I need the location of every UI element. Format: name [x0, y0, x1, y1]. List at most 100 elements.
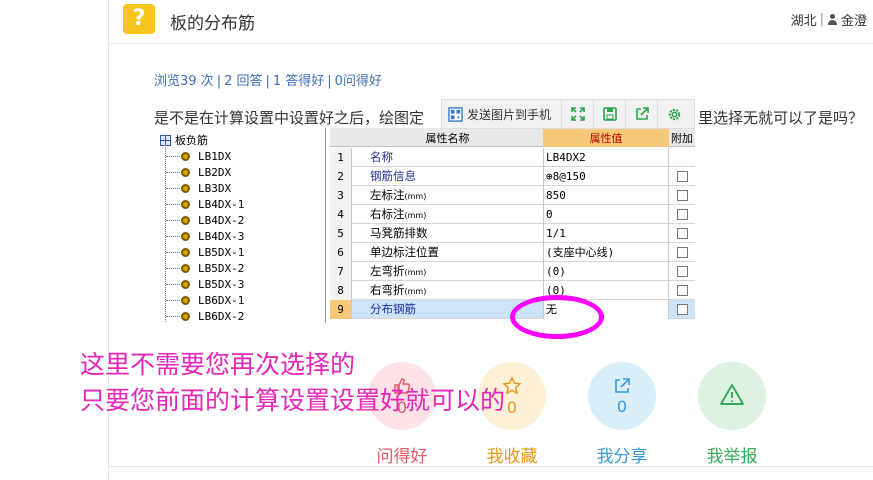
- table-row[interactable]: 7 左弯折(mm) (0): [330, 262, 695, 281]
- component-icon: [181, 167, 190, 177]
- question-page: ? 板的分布筋 湖北 | 金澄 浏览39 次 | 2 回答 | 1 答得好 | 0问得好 是…: [0, 0, 873, 480]
- tree-item[interactable]: LB6DX-1: [166, 292, 244, 308]
- settings-button[interactable]: [658, 100, 690, 128]
- table-row[interactable]: 6 单边标注位置 (支座中心线): [330, 243, 695, 262]
- share-count: 0: [616, 396, 628, 416]
- share-label: 我分享: [596, 447, 648, 467]
- warning-icon: [720, 384, 744, 405]
- add-checkbox[interactable]: [677, 228, 688, 239]
- component-icon: [181, 199, 190, 209]
- footer-divider: [109, 466, 873, 467]
- save-button[interactable]: [594, 100, 627, 128]
- property-name-text: 名称: [370, 150, 393, 164]
- property-name: 左标注(mm): [370, 186, 426, 206]
- question-mark-icon: ?: [123, 4, 155, 34]
- annotation-line2: 只要您前面的计算设置设置好就可以的: [80, 386, 506, 415]
- property-value[interactable]: (支座中心线): [543, 243, 669, 262]
- tree-item[interactable]: LB3DX: [166, 180, 231, 196]
- report-circle[interactable]: [698, 362, 766, 430]
- fullscreen-button[interactable]: [562, 100, 595, 128]
- property-value[interactable]: ⊕8@150: [543, 167, 669, 186]
- question-stats: 浏览39 次 | 2 回答 | 1 答得好 | 0问得好: [154, 74, 382, 89]
- component-icon: [181, 151, 190, 161]
- property-name: 马凳筋排数: [370, 224, 428, 243]
- share-circle[interactable]: 0: [588, 362, 656, 430]
- component-icon: [181, 183, 190, 193]
- report-action[interactable]: 我举报: [687, 362, 777, 467]
- component-tree: 板负筋 LB1DX LB2DX LB3DX LB4DX-1 LB4DX-2 LB4DX-3…: [154, 128, 326, 323]
- highlight-ellipse: [510, 295, 604, 339]
- send-to-phone-label: 发送图片到手机: [467, 107, 552, 122]
- region-label: 湖北: [790, 14, 817, 29]
- table-row[interactable]: 8 右弯折(mm) (0): [330, 281, 695, 300]
- table-row[interactable]: 2 钢筋信息 ⊕8@150: [330, 167, 695, 186]
- image-toolbar: 发送图片到手机: [441, 99, 695, 129]
- header-name: 属性名称: [425, 132, 470, 145]
- tree-item[interactable]: LB4DX-2: [166, 212, 244, 228]
- table-row[interactable]: 1 名称 LB4DX2: [330, 148, 695, 167]
- share-image-button[interactable]: [626, 100, 659, 128]
- tree-item[interactable]: LB5DX-2: [166, 260, 244, 276]
- property-name-text: 单边标注位置: [370, 245, 439, 259]
- add-checkbox[interactable]: [677, 266, 688, 277]
- component-icon: [181, 247, 190, 257]
- user-icon: [827, 14, 838, 25]
- tree-item-label: LB5DX-2: [198, 261, 245, 275]
- tree-item[interactable]: LB4DX-1: [166, 196, 244, 212]
- component-icon: [181, 263, 190, 273]
- tree-item[interactable]: LB4DX-3: [166, 228, 244, 244]
- report-label: 我举报: [706, 447, 758, 467]
- embedded-screenshot[interactable]: 板负筋 LB1DX LB2DX LB3DX LB4DX-1 LB4DX-2 LB4DX-3…: [154, 128, 695, 323]
- row-number: 6: [330, 243, 352, 262]
- tree-item[interactable]: LB1DX: [166, 148, 231, 164]
- share-action[interactable]: 0 我分享: [577, 362, 667, 467]
- answers-link[interactable]: 2 回答: [224, 74, 262, 89]
- phone-icon: [448, 106, 463, 122]
- tree-root[interactable]: 板负筋: [160, 132, 208, 148]
- tree-item[interactable]: LB2DX: [166, 164, 231, 180]
- good-answers-link[interactable]: 1 答得好: [273, 74, 324, 89]
- tree-item-label: LB6DX-2: [198, 309, 245, 323]
- table-row[interactable]: 4 右标注(mm) 0: [330, 205, 695, 224]
- property-name-text: 钢筋信息: [370, 169, 416, 183]
- add-checkbox[interactable]: [677, 209, 688, 220]
- component-icon: [181, 279, 190, 289]
- add-checkbox[interactable]: [677, 247, 688, 258]
- property-value[interactable]: LB4DX2: [543, 148, 669, 167]
- save-icon: [602, 107, 617, 121]
- question-text-part2: 里选择无就可以了是吗？: [698, 109, 864, 127]
- separator: |: [819, 12, 824, 27]
- property-name-text: 马凳筋排数: [370, 226, 428, 240]
- property-unit: (mm): [404, 192, 427, 201]
- property-value[interactable]: 0: [543, 205, 669, 224]
- annotation-line1: 这里不需要您再次选择的: [80, 350, 356, 379]
- tree-item[interactable]: LB6DX-2: [166, 308, 244, 323]
- property-value[interactable]: 850: [543, 186, 669, 205]
- gear-icon: [668, 108, 680, 120]
- property-name: 右弯折(mm): [370, 281, 426, 301]
- tree-item-label: LB4DX-3: [198, 229, 245, 243]
- table-row[interactable]: 5 马凳筋排数 1/1: [330, 224, 695, 243]
- property-name: 右标注(mm): [370, 205, 426, 225]
- table-row[interactable]: 3 左标注(mm) 850: [330, 186, 695, 205]
- favorite-label: 我收藏: [486, 447, 538, 467]
- header-add: 附加: [671, 132, 693, 145]
- tree-item-label: LB4DX-2: [198, 213, 245, 227]
- row-number: 9: [330, 300, 352, 319]
- add-checkbox[interactable]: [677, 285, 688, 296]
- property-name: 名称: [370, 148, 393, 167]
- property-value[interactable]: (0): [543, 262, 669, 281]
- property-name: 单边标注位置: [370, 243, 439, 262]
- username-link[interactable]: 金澄: [841, 10, 867, 29]
- tree-item[interactable]: LB5DX-3: [166, 276, 244, 292]
- tree-item[interactable]: LB5DX-1: [166, 244, 244, 260]
- views-count: 浏览39 次: [154, 74, 214, 89]
- add-checkbox[interactable]: [677, 304, 688, 315]
- user-info: 湖北 | 金澄: [791, 10, 867, 29]
- send-to-phone-button[interactable]: 发送图片到手机: [442, 100, 563, 128]
- tree-item-label: LB3DX: [198, 181, 232, 195]
- add-checkbox[interactable]: [677, 171, 688, 182]
- property-value[interactable]: 1/1: [543, 224, 669, 243]
- add-checkbox[interactable]: [677, 190, 688, 201]
- row-number: 7: [330, 262, 352, 281]
